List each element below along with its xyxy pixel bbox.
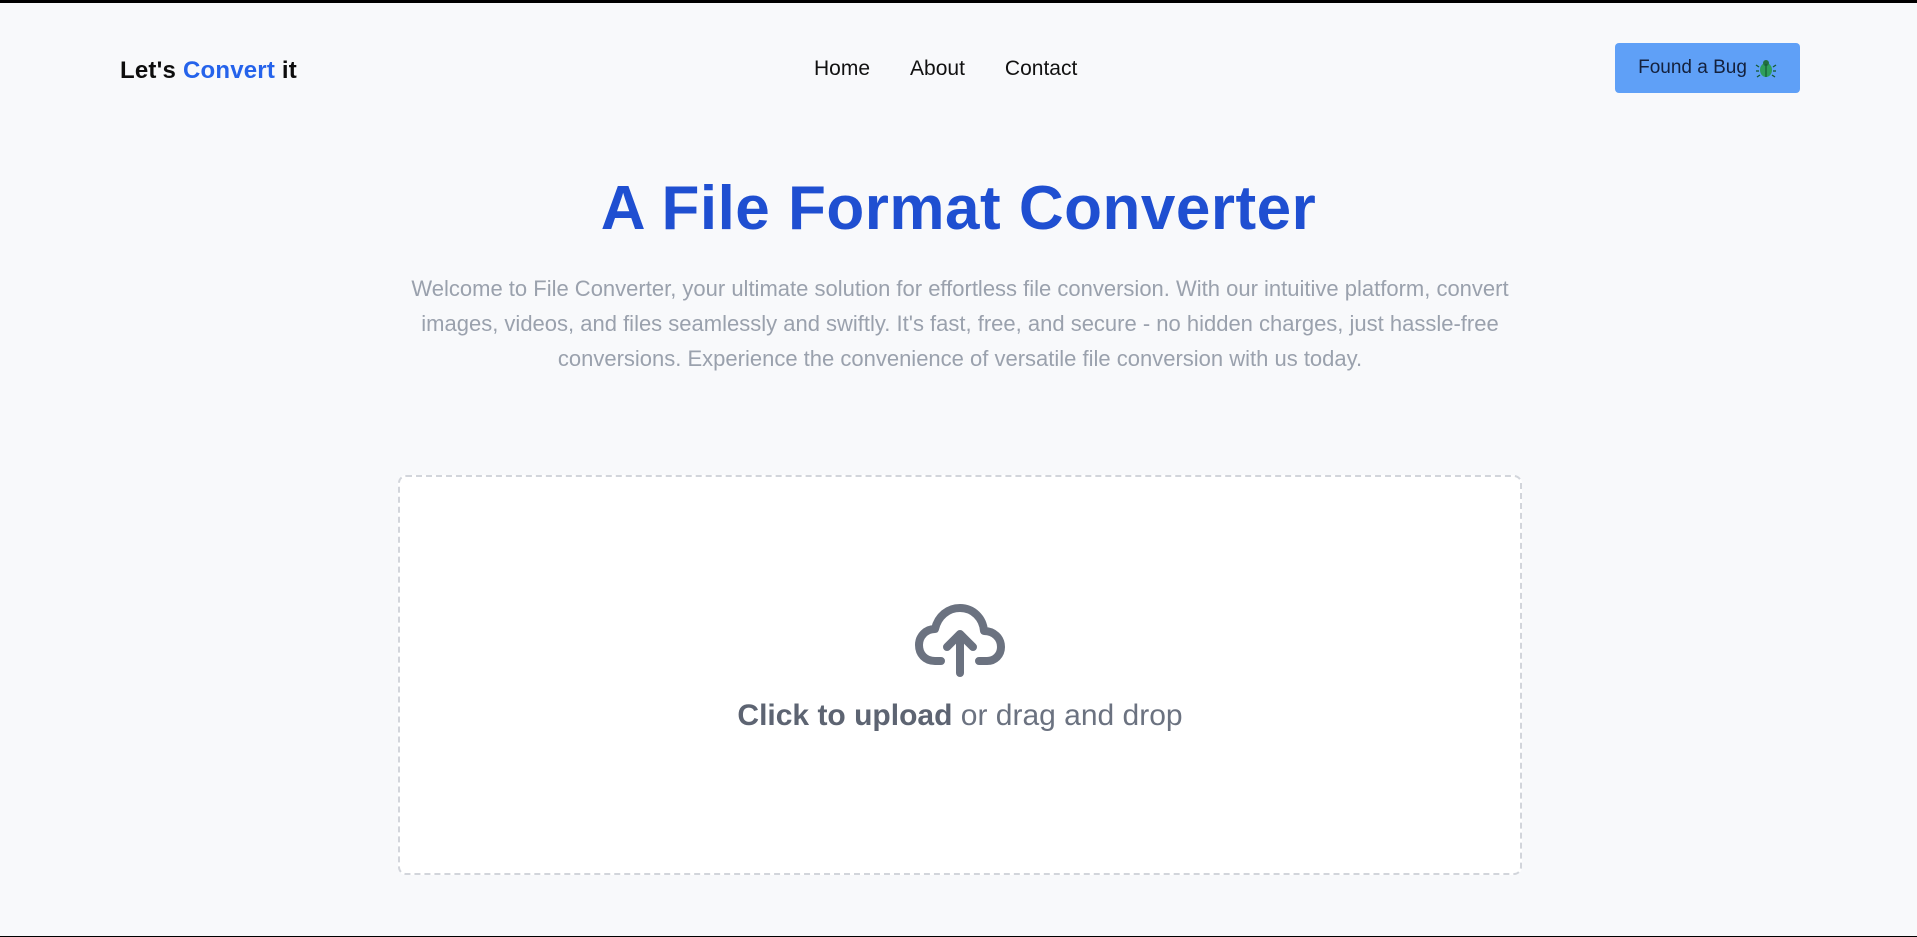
nav-contact-link[interactable]: Contact	[1005, 57, 1077, 81]
nav-home-link[interactable]: Home	[814, 57, 870, 81]
brand-prefix: Let's	[120, 57, 183, 84]
file-dropzone[interactable]: Click to upload or drag and drop	[398, 475, 1522, 875]
drag-and-drop-label: or drag and drop	[952, 699, 1183, 732]
nav-links: Home About Contact	[814, 57, 1077, 81]
cloud-upload-icon	[915, 603, 1005, 677]
brand-accent: Convert	[182, 57, 276, 84]
click-to-upload-label[interactable]: Click to upload	[737, 699, 952, 732]
brand-logo[interactable]: Let's Convert it	[120, 57, 297, 85]
navbar: Let's Convert it Home About Contact Foun…	[0, 43, 1917, 99]
found-a-bug-button[interactable]: Found a Bug	[1615, 43, 1800, 93]
nav-about-link[interactable]: About	[910, 57, 965, 81]
upload-instructions: Click to upload or drag and drop	[400, 699, 1520, 733]
page-title: A File Format Converter	[600, 174, 1317, 243]
brand-suffix: it	[275, 57, 297, 84]
bug-icon	[1755, 57, 1777, 79]
found-a-bug-label: Found a Bug	[1638, 57, 1747, 78]
page-description: Welcome to File Converter, your ultimate…	[411, 276, 1509, 371]
